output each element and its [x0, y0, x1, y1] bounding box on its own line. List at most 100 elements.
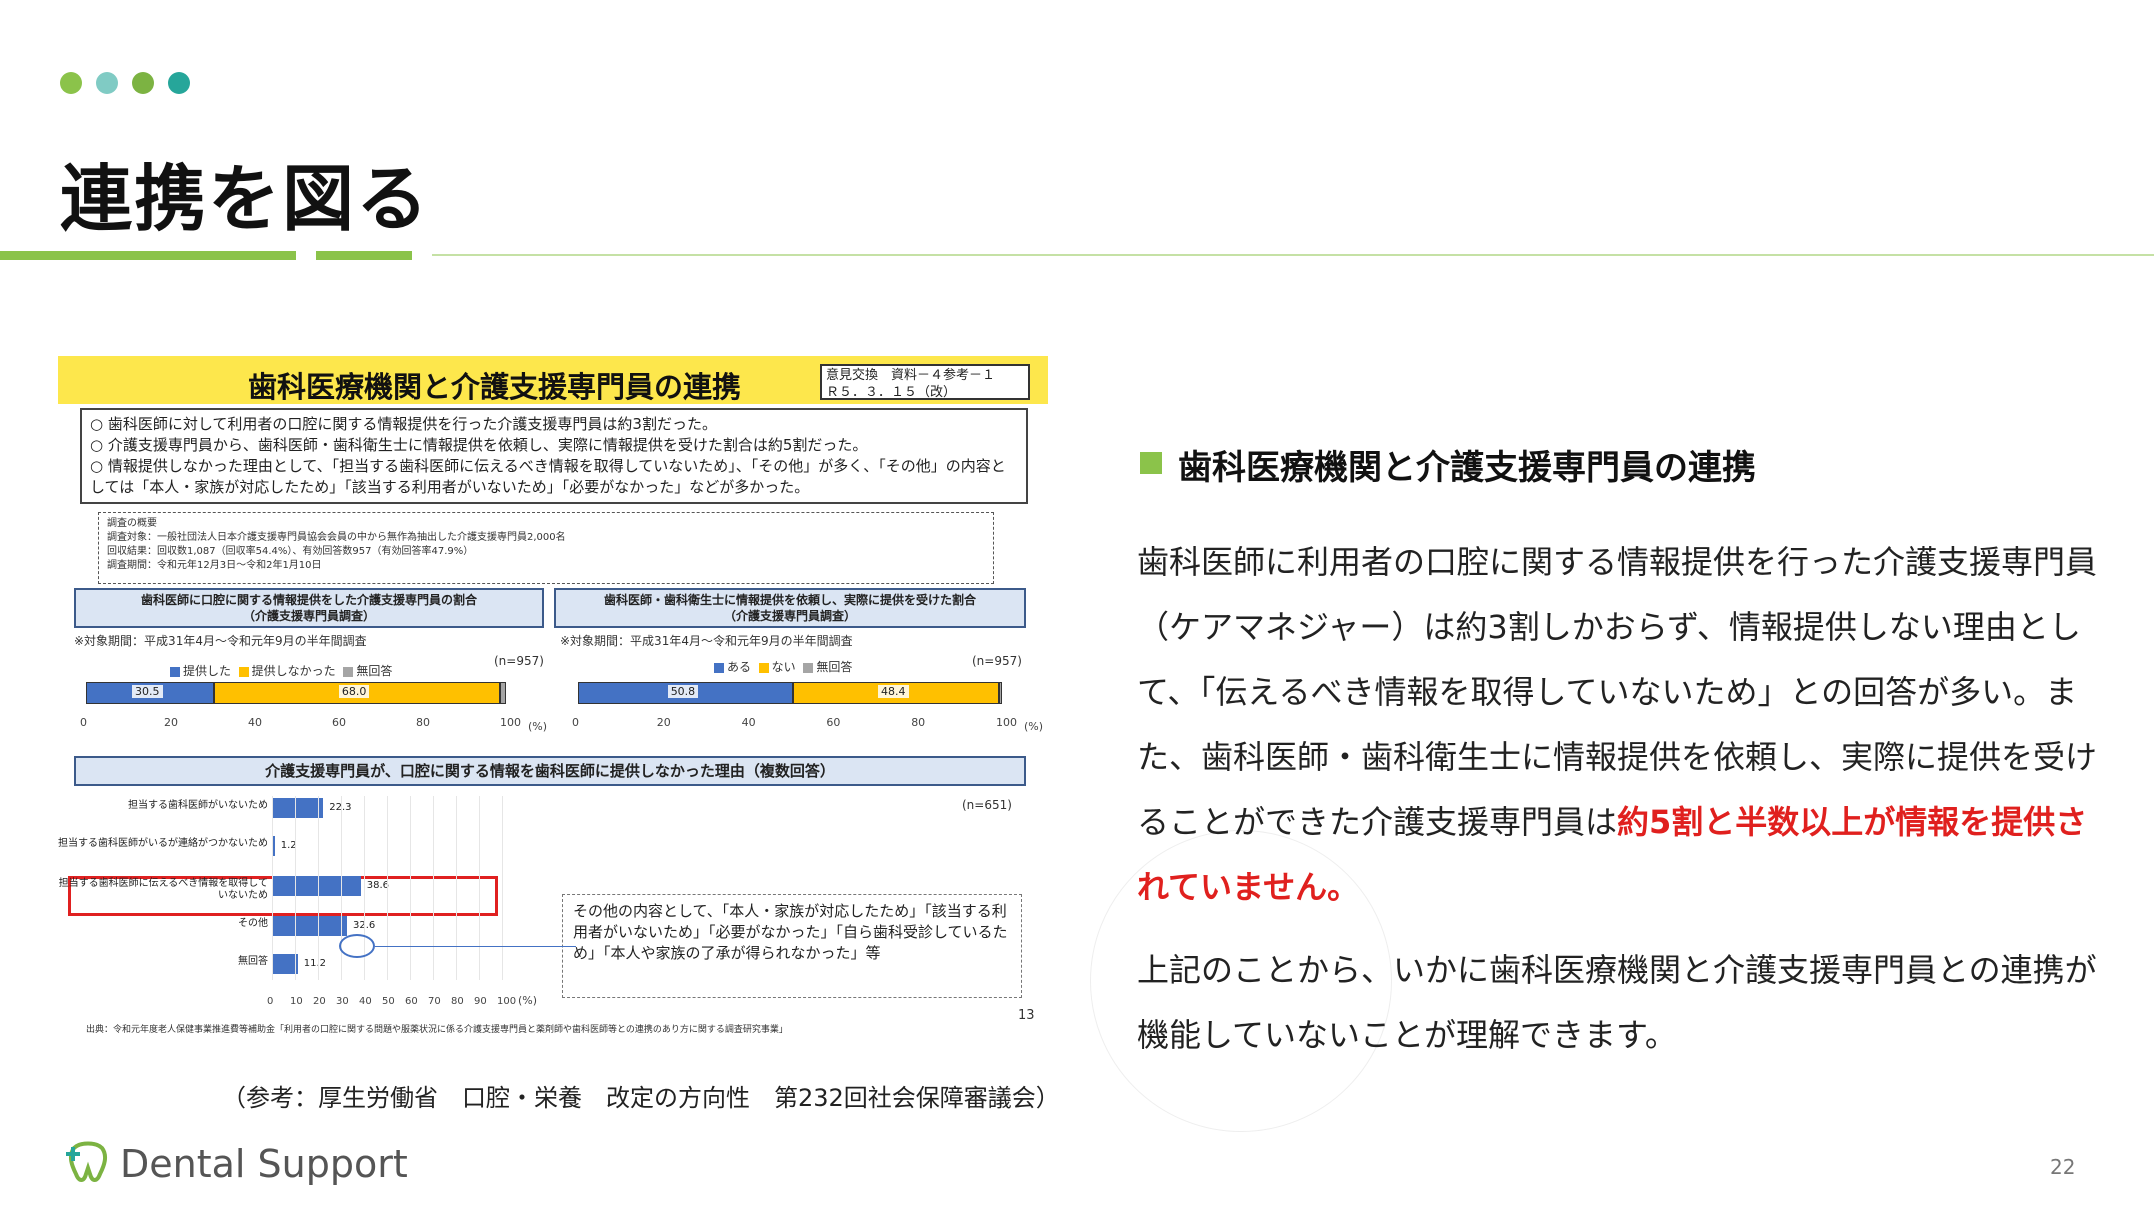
tooth-plus-icon: [66, 1141, 108, 1182]
title-underline-2: [316, 251, 412, 260]
legend-no: ない: [771, 660, 796, 674]
legend-yes: ある: [727, 660, 752, 674]
bottom-chart-unit: (%): [518, 994, 538, 1007]
bottom-chart-value-3: 38.6: [366, 880, 390, 891]
bottom-chart-grid-80: [456, 796, 457, 980]
figure-reference-box: 意見交換 資料－４参考－１ Ｒ５．３．１５（改）: [820, 364, 1030, 400]
bottom-chart-bar-1: [272, 798, 324, 818]
right-chart-unit: (%): [1024, 720, 1044, 733]
right-chart-tick-60: 60: [826, 716, 841, 729]
bottom-chart-tick-100: 100: [497, 996, 517, 1007]
legend-no-answer-2: 無回答: [816, 660, 853, 674]
right-chart-heading-line-2: （介護支援専門員調査）: [723, 609, 856, 623]
bottom-chart-grid-0: [272, 796, 273, 980]
legend-swatch-yellow: [238, 666, 249, 677]
bottom-chart-grid-20: [318, 796, 319, 980]
figure-key-points: 歯科医師に対して利用者の口腔に関する情報提供を行った介護支援専門員は約3割だった…: [80, 408, 1028, 504]
legend-swatch-gray: [343, 666, 354, 677]
figure-ref-line-1: 意見交換 資料－４参考－１: [826, 368, 996, 383]
bottom-chart-grid-50: [387, 796, 388, 980]
left-chart-segment-3: [499, 682, 506, 704]
legend-swatch-yellow-2: [758, 662, 769, 673]
logo-text: Dental Support: [120, 1142, 408, 1186]
right-chart-heading: 歯科医師・歯科衛生士に情報提供を依頼し、実際に提供を受けた割合 （介護支援専門員…: [554, 588, 1026, 628]
section-title: 歯科医療機関と介護支援専門員の連携: [1178, 448, 1756, 488]
bottom-chart-grid-70: [433, 796, 434, 980]
bottom-chart-tick-30: 30: [336, 996, 349, 1007]
right-chart-n: (n=957): [972, 654, 1022, 668]
left-chart-heading: 歯科医師に口腔に関する情報提供をした介護支援専門員の割合 （介護支援専門員調査）: [74, 588, 544, 628]
bottom-chart-tick-80: 80: [451, 996, 464, 1007]
legend-provided: 提供した: [183, 664, 232, 678]
left-chart-tick-0: 0: [80, 716, 87, 729]
right-chart-label-1: 50.8: [667, 685, 699, 698]
bottom-chart-grid-60: [410, 796, 411, 980]
bottom-chart-grid-90: [479, 796, 480, 980]
figure-ref-line-2: Ｒ５．３．１５（改）: [826, 385, 957, 400]
bottom-chart-category-5: 無回答: [238, 956, 268, 967]
paragraph-1-text: 歯科医師に利用者の口腔に関する情報提供を行った介護支援専門員（ケアマネジャー）は…: [1137, 543, 2098, 841]
bottom-chart-tick-40: 40: [359, 996, 372, 1007]
left-chart-tick-80: 80: [416, 716, 430, 729]
header-dot-2: [96, 72, 118, 94]
left-chart-tick-40: 40: [248, 716, 262, 729]
bottom-chart-heading: 介護支援専門員が、口腔に関する情報を歯科医師に提供しなかった理由（複数回答）: [74, 756, 1026, 786]
right-chart-tick-80: 80: [911, 716, 926, 729]
bottom-chart-value-5: 11.2: [303, 958, 327, 969]
right-chart-segment-3: [998, 682, 1002, 704]
legend-not-provided: 提供しなかった: [251, 664, 336, 678]
section-marker-icon: [1140, 452, 1162, 474]
legend-swatch-gray-2: [803, 662, 814, 673]
page-number: 22: [2050, 1155, 2076, 1179]
bottom-chart-tick-60: 60: [405, 996, 418, 1007]
bottom-chart-bar-4: [272, 916, 347, 936]
bottom-chart-category-1: 担当する歯科医師がいないため: [128, 800, 268, 811]
figure-header: 歯科医療機関と介護支援専門員の連携 意見交換 資料－４参考－１ Ｒ５．３．１５（…: [58, 356, 1048, 404]
key-point-3: 情報提供しなかった理由として、「担当する歯科医師に伝えるべき情報を取得していない…: [90, 456, 1018, 498]
bottom-chart-tick-10: 10: [290, 996, 303, 1007]
slide-title: 連携を図る: [60, 157, 431, 241]
callout-arrow-line: [374, 946, 576, 947]
key-point-1: 歯科医師に対して利用者の口腔に関する情報提供を行った介護支援専門員は約3割だった…: [90, 414, 1018, 435]
bottom-chart-tick-0: 0: [267, 996, 274, 1007]
legend-no-answer: 無回答: [356, 664, 393, 678]
left-chart-period: ※対象期間：平成31年4月～令和元年9月の半年間調査: [74, 634, 367, 648]
left-chart-tick-60: 60: [332, 716, 346, 729]
bottom-chart-grid-10: [295, 796, 296, 980]
section-body: 歯科医師に利用者の口腔に関する情報提供を行った介護支援専門員（ケアマネジャー）は…: [1137, 530, 2097, 1068]
right-chart-heading-line-1: 歯科医師・歯科衛生士に情報提供を依頼し、実際に提供を受けた割合: [603, 593, 976, 607]
paragraph-2: 上記のことから、いかに歯科医療機関と介護支援専門員との連携が機能していないことが…: [1137, 951, 2097, 1054]
dental-support-logo: Dental Support: [64, 1138, 408, 1190]
bottom-chart-category-3: 担当する歯科医師に伝えるべき情報を取得していないため: [58, 878, 268, 901]
bottom-chart-grid-100: [502, 796, 503, 980]
paragraph-1: 歯科医師に利用者の口腔に関する情報提供を行った介護支援専門員（ケアマネジャー）は…: [1137, 530, 2097, 920]
callout-other-reasons: その他の内容として、「本人・家族が対応したため」「該当する利用者がいないため」「…: [562, 894, 1022, 998]
legend-swatch-blue-2: [714, 662, 724, 673]
survey-overview: 調査の概要 調査対象：一般社団法人日本介護支援専門員協会会員の中から無作為抽出し…: [98, 512, 994, 584]
right-chart-tick-40: 40: [741, 716, 756, 729]
right-chart-legend: ある ない 無回答: [714, 658, 852, 675]
bottom-chart-tick-50: 50: [382, 996, 395, 1007]
survey-result: 回収結果：回収数1,087（回収率54.4%）、有効回答数957（有効回答率47…: [107, 546, 474, 557]
title-underline-1: [0, 251, 296, 260]
right-chart-tick-100: 100: [996, 716, 1017, 729]
header-dot-1: [60, 72, 82, 94]
survey-heading: 調査の概要: [107, 518, 157, 529]
key-point-2: 介護支援専門員から、歯科医師・歯科衛生士に情報提供を依頼し、実際に情報提供を受け…: [90, 435, 1018, 456]
left-chart-unit: (%): [528, 720, 548, 733]
reference-figure: 歯科医療機関と介護支援専門員の連携 意見交換 資料－４参考－１ Ｒ５．３．１５（…: [58, 356, 1048, 1046]
bottom-chart-tick-20: 20: [313, 996, 326, 1007]
left-chart-label-2: 68.0: [338, 685, 370, 698]
header-dot-4: [168, 72, 190, 94]
left-chart-tick-100: 100: [500, 716, 521, 729]
right-chart-period: ※対象期間：平成31年4月～令和元年9月の半年間調査: [560, 634, 853, 648]
left-chart-heading-line-1: 歯科医師に口腔に関する情報提供をした介護支援専門員の割合: [140, 593, 477, 607]
bottom-chart-tick-90: 90: [474, 996, 487, 1007]
figure-page-number: 13: [1018, 1008, 1035, 1023]
bottom-chart-bar-3: [272, 876, 361, 896]
bottom-chart-value-circle: [338, 934, 375, 958]
title-underline-thin: [432, 254, 2154, 256]
left-chart-legend: 提供した 提供しなかった 無回答: [170, 662, 392, 679]
bottom-chart-tick-70: 70: [428, 996, 441, 1007]
bottom-chart-n: (n=651): [962, 798, 1012, 812]
